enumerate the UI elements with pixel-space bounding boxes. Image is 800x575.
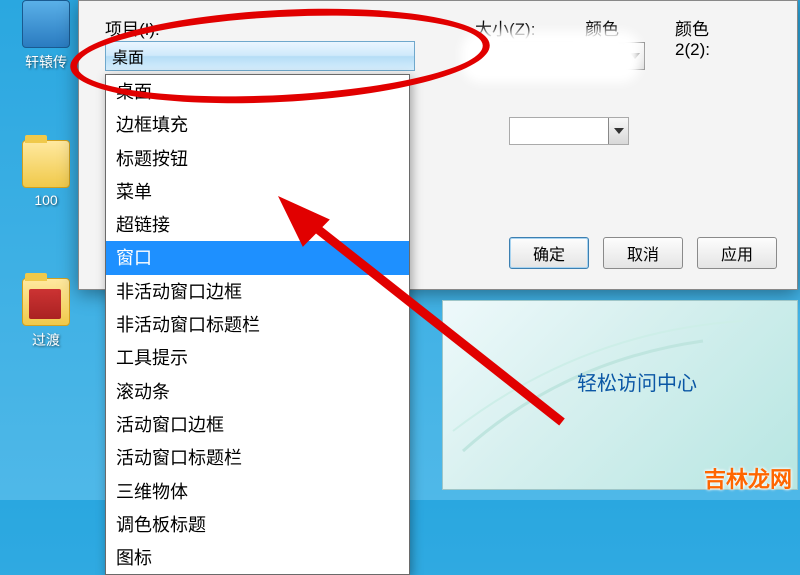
- list-item[interactable]: 超链接: [106, 208, 409, 241]
- app-icon: [22, 0, 70, 48]
- folder-icon: [22, 278, 70, 326]
- button-label: 应用: [721, 241, 753, 265]
- cancel-button[interactable]: 取消: [603, 237, 683, 269]
- list-item[interactable]: 图标: [106, 541, 409, 574]
- list-item[interactable]: 三维物体: [106, 475, 409, 508]
- apply-button[interactable]: 应用: [697, 237, 777, 269]
- blur-artifact: [461, 31, 641, 83]
- list-item[interactable]: 标题按钮: [106, 142, 409, 175]
- list-item[interactable]: 非活动窗口边框: [106, 275, 409, 308]
- desktop-icon-folder-2[interactable]: 过渡: [18, 278, 74, 350]
- list-item[interactable]: 边框填充: [106, 108, 409, 141]
- button-label: 取消: [627, 241, 659, 265]
- list-item[interactable]: 滚动条: [106, 375, 409, 408]
- list-item[interactable]: 活动窗口边框: [106, 408, 409, 441]
- list-item[interactable]: 工具提示: [106, 341, 409, 374]
- folder-icon: [22, 140, 70, 188]
- dropdown-icon[interactable]: [608, 118, 628, 144]
- desktop-icon-folder-1[interactable]: 100: [18, 140, 74, 208]
- desktop-icon-label: 过渡: [18, 330, 74, 350]
- ok-button[interactable]: 确定: [509, 237, 589, 269]
- list-item-selected[interactable]: 窗口: [106, 241, 409, 274]
- list-item[interactable]: 菜单: [106, 175, 409, 208]
- list-item[interactable]: 非活动窗口标题栏: [106, 308, 409, 341]
- item-combobox[interactable]: 桌面: [105, 41, 415, 71]
- desktop-icon-app[interactable]: 轩辕传: [18, 0, 74, 72]
- list-item[interactable]: 活动窗口标题栏: [106, 441, 409, 474]
- font-combobox[interactable]: [509, 117, 629, 145]
- desktop-icon-label: 轩辕传: [18, 52, 74, 72]
- button-label: 确定: [533, 241, 565, 265]
- list-item[interactable]: 桌面: [106, 75, 409, 108]
- ease-of-access-link[interactable]: 轻松访问中心: [577, 367, 697, 396]
- desktop-icon-label: 100: [18, 192, 74, 208]
- list-item[interactable]: 调色板标题: [106, 508, 409, 541]
- watermark: 吉林龙网: [704, 462, 792, 494]
- combobox-value: 桌面: [112, 44, 144, 68]
